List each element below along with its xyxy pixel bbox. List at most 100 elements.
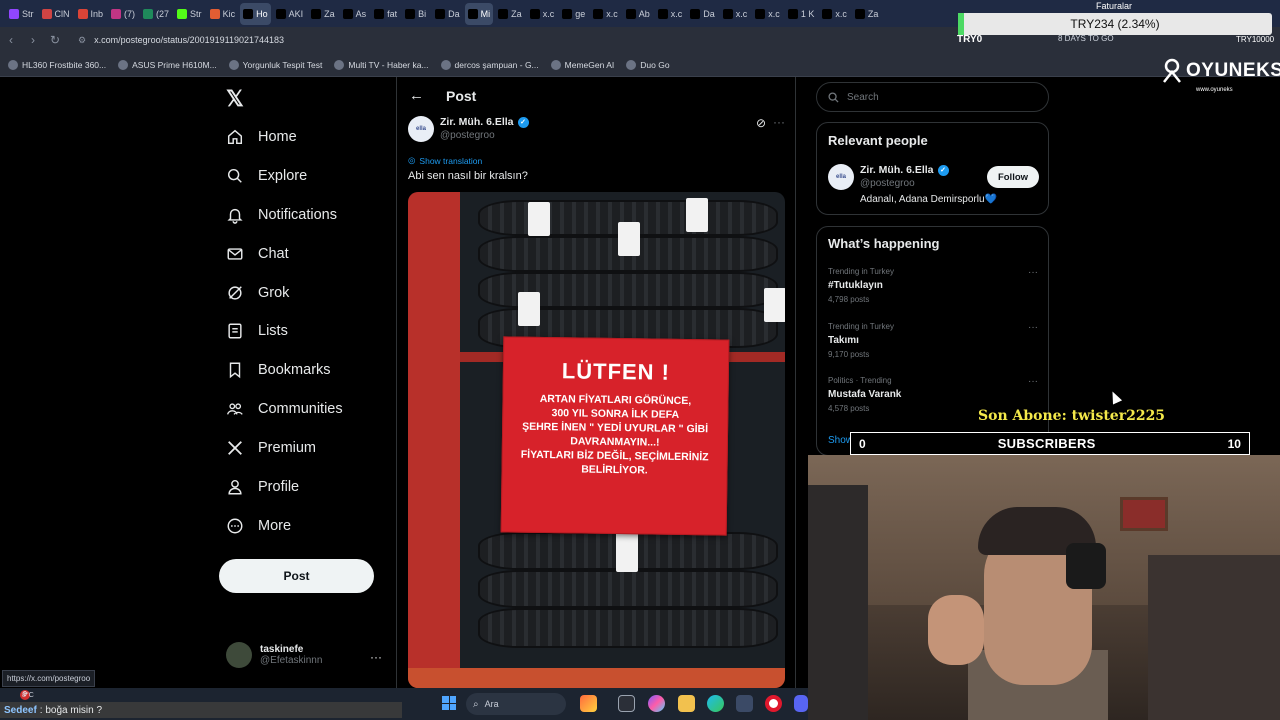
relevant-person-name[interactable]: Zir. Müh. 6.Ella ✓ bbox=[860, 164, 949, 176]
edge-icon[interactable] bbox=[707, 695, 724, 712]
bookmark-item[interactable]: MemeGen AI bbox=[550, 59, 615, 70]
file-explorer-icon[interactable] bbox=[678, 695, 695, 712]
taskbar-search-label: Ara bbox=[484, 699, 499, 709]
weather-widget[interactable]: 8°C bbox=[22, 692, 34, 699]
browser-tab[interactable]: Da bbox=[432, 3, 463, 25]
store-icon[interactable] bbox=[736, 695, 753, 712]
bookmark-item[interactable]: Duo Go bbox=[626, 59, 670, 70]
more-dots-icon[interactable]: ··· bbox=[1028, 376, 1038, 387]
bookmark-label: MemeGen AI bbox=[564, 59, 615, 70]
nav-item-profile[interactable]: Profile bbox=[226, 475, 299, 499]
nav-item-more[interactable]: More bbox=[226, 514, 291, 538]
browser-tab[interactable]: x.c bbox=[590, 3, 621, 25]
browser-tab[interactable]: fat bbox=[371, 3, 400, 25]
more-dots-icon[interactable]: ··· bbox=[1028, 322, 1038, 333]
address-bar[interactable]: ⚙ x.com/postegroo/status/200191911902174… bbox=[70, 30, 950, 50]
more-dots-icon[interactable]: ··· bbox=[773, 115, 785, 129]
app-icon[interactable] bbox=[580, 695, 597, 712]
browser-tab[interactable]: ge bbox=[559, 3, 588, 25]
site-info-icon[interactable]: ⚙ bbox=[78, 35, 86, 46]
bookmark-item[interactable]: HL360 Frostbite 360... bbox=[8, 59, 106, 70]
trend-item[interactable]: Trending in Turkey Takımı 9,170 posts ··· bbox=[828, 322, 1038, 359]
avatar-text: ella bbox=[835, 174, 846, 180]
browser-tab[interactable]: x.c bbox=[720, 3, 751, 25]
nav-item-premium[interactable]: Premium bbox=[226, 436, 316, 460]
bookmark-label: Duo Go bbox=[640, 59, 670, 70]
post-button[interactable]: Post bbox=[219, 559, 374, 593]
taskbar-search-input[interactable]: ⌕ Ara bbox=[466, 693, 566, 715]
x-logo-icon[interactable]: 𝕏 bbox=[226, 86, 244, 112]
avatar[interactable]: ella bbox=[828, 164, 854, 190]
browser-tab[interactable]: x.c bbox=[527, 3, 558, 25]
bookmark-favicon-icon bbox=[118, 59, 129, 70]
browser-tab[interactable]: ClN bbox=[39, 3, 73, 25]
show-translation-link[interactable]: ◎ Show translation bbox=[408, 155, 482, 166]
nav-item-communities[interactable]: Communities bbox=[226, 397, 343, 421]
browser-tab[interactable]: Da bbox=[687, 3, 718, 25]
subscriber-goal-bar: 0 SUBSCRIBERS 10 bbox=[850, 432, 1250, 455]
browser-tab[interactable]: Bi bbox=[402, 3, 430, 25]
browser-tab[interactable]: Inb bbox=[75, 3, 107, 25]
browser-tab[interactable]: x.c bbox=[752, 3, 783, 25]
post-author-handle[interactable]: @postegroo bbox=[440, 130, 495, 141]
browser-tab[interactable]: Str bbox=[174, 3, 205, 25]
nav-item-home[interactable]: Home bbox=[226, 125, 297, 149]
webcam-chair bbox=[1148, 555, 1280, 720]
nav-item-chat[interactable]: Chat bbox=[226, 242, 289, 266]
nav-item-bookmarks[interactable]: Bookmarks bbox=[226, 358, 331, 382]
browser-tab[interactable]: Za bbox=[495, 3, 525, 25]
nav-item-explore[interactable]: Explore bbox=[226, 164, 307, 188]
sign-text: ARTAN FİYATLARI GÖRÜNCE, 300 YIL SONRA İL… bbox=[521, 392, 710, 479]
forward-arrow-icon[interactable]: › bbox=[22, 33, 44, 47]
more-dots-icon[interactable]: ··· bbox=[370, 650, 382, 664]
post-image[interactable]: LÜTFEN ! ARTAN FİYATLARI GÖRÜNCE, 300 YIL… bbox=[408, 192, 785, 688]
discord-icon[interactable] bbox=[794, 695, 808, 712]
more-dots-icon[interactable]: ··· bbox=[1028, 267, 1038, 278]
subscriber-goal-label: SUBSCRIBERS bbox=[997, 436, 1096, 451]
browser-tab[interactable]: x.c bbox=[655, 3, 686, 25]
tab-label: Str bbox=[190, 8, 202, 19]
tab-favicon-icon bbox=[498, 8, 509, 19]
browser-tab[interactable]: (7) bbox=[108, 3, 138, 25]
relevant-person-handle[interactable]: @postegroo bbox=[860, 178, 915, 189]
browser-tab[interactable]: (27 bbox=[140, 3, 172, 25]
copilot-icon[interactable] bbox=[648, 695, 665, 712]
browser-tab[interactable]: Za bbox=[852, 3, 882, 25]
browser-tab[interactable]: Ho bbox=[240, 2, 271, 25]
browser-tab[interactable]: 1 K bbox=[785, 3, 818, 25]
search-input[interactable]: Search bbox=[816, 82, 1049, 112]
trend-name: #Tutuklayın bbox=[828, 280, 883, 291]
tire-label bbox=[764, 288, 785, 322]
bookmark-item[interactable]: ASUS Prime H610M... bbox=[118, 59, 217, 70]
sign-line: ŞEHRE İNEN " YEDİ UYURLAR " GİBİ bbox=[522, 420, 709, 436]
account-switcher[interactable]: taskinefe @Efetaskinnn bbox=[226, 642, 322, 668]
bookmark-item[interactable]: Multi TV - Haber ka... bbox=[334, 59, 429, 70]
nav-item-notifications[interactable]: Notifications bbox=[226, 203, 337, 227]
back-arrow-icon[interactable]: ‹ bbox=[0, 33, 22, 47]
webcam-chair bbox=[808, 485, 868, 720]
tab-favicon-icon bbox=[755, 8, 766, 19]
browser-tab[interactable]: AKI bbox=[273, 3, 307, 25]
browser-tab[interactable]: Kic bbox=[207, 3, 239, 25]
back-arrow-icon[interactable]: ← bbox=[409, 87, 424, 104]
browser-tab[interactable]: As bbox=[340, 3, 370, 25]
post-author-name[interactable]: Zir. Müh. 6.Ella ✓ bbox=[440, 116, 529, 128]
browser-tab[interactable]: Mi bbox=[464, 2, 494, 25]
browser-tab[interactable]: Ab bbox=[623, 3, 653, 25]
nav-item-lists[interactable]: Lists bbox=[226, 319, 288, 343]
follow-button[interactable]: Follow bbox=[987, 166, 1039, 188]
grok-icon[interactable]: ⊘ bbox=[756, 116, 766, 130]
browser-tab[interactable]: Za bbox=[308, 3, 338, 25]
browser-tab[interactable]: Str bbox=[6, 3, 37, 25]
trend-item[interactable]: Trending in Turkey #Tutuklayın 4,798 posts… bbox=[828, 267, 1038, 304]
post-author-avatar[interactable]: ella bbox=[408, 116, 434, 142]
bookmark-item[interactable]: Yorgunluk Tespit Test bbox=[228, 59, 322, 70]
bookmark-item[interactable]: dercos şampuan - G... bbox=[440, 59, 539, 70]
opera-icon[interactable] bbox=[765, 695, 782, 712]
browser-tab[interactable]: x.c bbox=[819, 3, 850, 25]
reload-icon[interactable]: ↻ bbox=[44, 33, 66, 47]
tab-label: ClN bbox=[54, 8, 70, 19]
windows-start-icon[interactable] bbox=[442, 696, 456, 710]
task-view-icon[interactable] bbox=[618, 695, 635, 712]
nav-item-grok[interactable]: Grok bbox=[226, 281, 289, 305]
